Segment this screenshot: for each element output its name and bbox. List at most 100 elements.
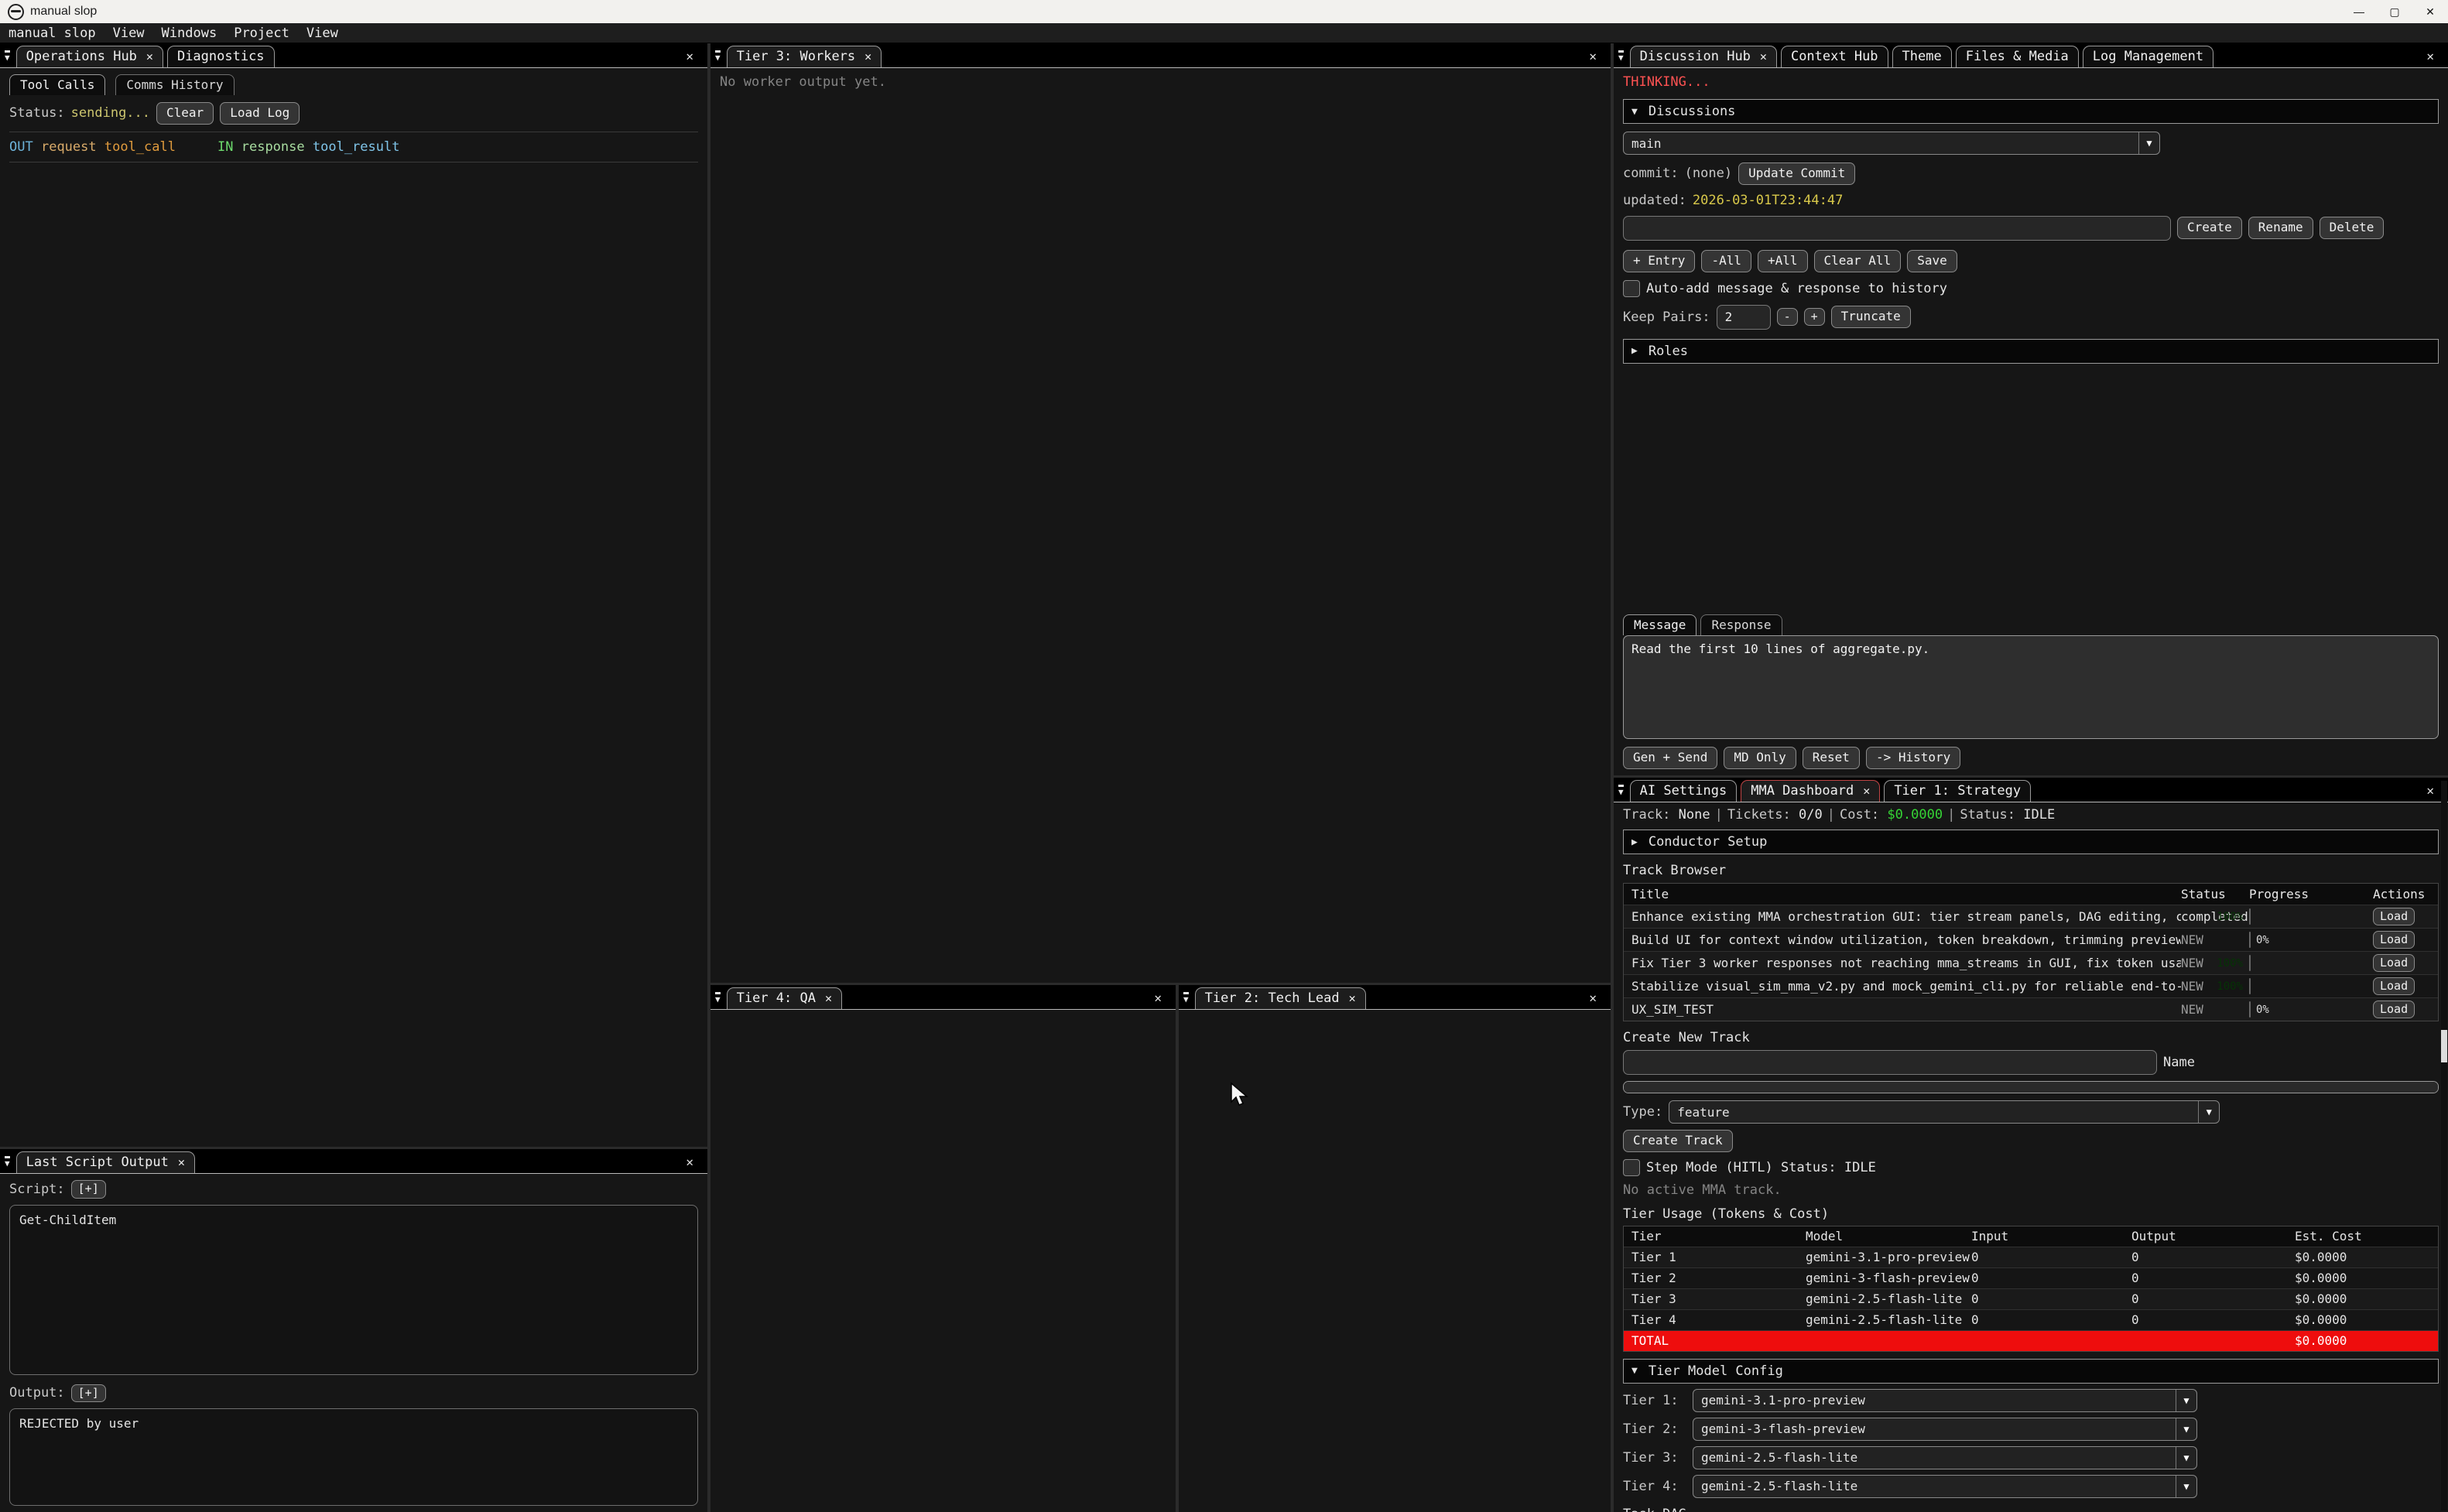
- load-log-button[interactable]: Load Log: [220, 102, 300, 125]
- tab-discussion-hub[interactable]: Discussion Hub ✕: [1630, 46, 1777, 67]
- clear-all-button[interactable]: Clear All: [1814, 250, 1902, 272]
- tab-files-media[interactable]: Files & Media: [1956, 46, 2079, 67]
- tier-model-config-header[interactable]: ▼ Tier Model Config: [1623, 1359, 2439, 1384]
- tab-theme[interactable]: Theme: [1892, 46, 1952, 67]
- clear-button[interactable]: Clear: [156, 102, 214, 125]
- tier3-model-select[interactable]: gemini-2.5-flash-lite ▼: [1693, 1446, 2197, 1469]
- reset-button[interactable]: Reset: [1803, 747, 1860, 769]
- discussion-select[interactable]: main ▼: [1623, 132, 2160, 155]
- md-only-button[interactable]: MD Only: [1724, 747, 1796, 769]
- panel-close-icon[interactable]: ✕: [1146, 990, 1169, 1007]
- tab-context-hub[interactable]: Context Hub: [1781, 46, 1888, 67]
- maximize-button[interactable]: ▢: [2377, 0, 2412, 23]
- create-button[interactable]: Create: [2177, 217, 2242, 239]
- menu-item-view[interactable]: View: [104, 26, 153, 41]
- panel-close-icon[interactable]: ✕: [1581, 49, 1604, 65]
- menu-item-project[interactable]: Project: [225, 26, 298, 41]
- load-button[interactable]: Load: [2373, 931, 2415, 949]
- table-row[interactable]: Stabilize visual_sim_mma_v2.py and mock_…: [1624, 975, 2438, 998]
- table-row[interactable]: Enhance existing MMA orchestration GUI: …: [1624, 905, 2438, 929]
- expand-all-button[interactable]: +All: [1758, 250, 1808, 272]
- vertical-scrollbar[interactable]: [2441, 781, 2447, 1510]
- panel-close-icon[interactable]: ✕: [2419, 783, 2442, 799]
- load-button[interactable]: Load: [2373, 954, 2415, 973]
- discussion-name-input[interactable]: [1623, 216, 2171, 241]
- tab-label: Last Script Output: [26, 1155, 169, 1170]
- tab-ai-settings[interactable]: AI Settings: [1630, 780, 1738, 802]
- save-button[interactable]: Save: [1907, 250, 1957, 272]
- collapse-all-button[interactable]: -All: [1701, 250, 1751, 272]
- load-button[interactable]: Load: [2373, 908, 2415, 926]
- dock-menu-icon[interactable]: ▼: [5, 50, 10, 62]
- tab-response[interactable]: Response: [1700, 614, 1782, 635]
- tab-diagnostics[interactable]: Diagnostics: [167, 46, 275, 67]
- menu-item-manual-slop[interactable]: manual slop: [0, 26, 104, 41]
- tab-close-icon[interactable]: ✕: [1760, 50, 1767, 63]
- tier2-model-select[interactable]: gemini-3-flash-preview ▼: [1693, 1418, 2197, 1441]
- tab-close-icon[interactable]: ✕: [1349, 991, 1356, 1005]
- keep-pairs-plus-button[interactable]: +: [1804, 308, 1825, 327]
- create-track-button[interactable]: Create Track: [1623, 1130, 1733, 1152]
- menu-item-view2[interactable]: View: [298, 26, 347, 41]
- tab-close-icon[interactable]: ✕: [825, 991, 832, 1005]
- tab-tier1-strategy[interactable]: Tier 1: Strategy: [1884, 780, 2031, 802]
- tab-close-icon[interactable]: ✕: [178, 1155, 185, 1169]
- tab-tool-calls[interactable]: Tool Calls: [9, 74, 105, 95]
- tab-close-icon[interactable]: ✕: [146, 50, 153, 63]
- keep-pairs-input[interactable]: [1717, 305, 1771, 330]
- tab-tier2-tech-lead[interactable]: Tier 2: Tech Lead ✕: [1195, 987, 1366, 1009]
- table-row[interactable]: UX_SIM_TEST NEW 0% Load: [1624, 998, 2438, 1021]
- tab-comms-history[interactable]: Comms History: [115, 74, 234, 95]
- to-history-button[interactable]: -> History: [1866, 747, 1960, 769]
- panel-close-icon[interactable]: ✕: [678, 49, 701, 65]
- menu-item-windows[interactable]: Windows: [153, 26, 226, 41]
- dock-menu-icon[interactable]: ▼: [5, 1156, 10, 1168]
- tab-close-icon[interactable]: ✕: [865, 50, 871, 63]
- tier1-model-select[interactable]: gemini-3.1-pro-preview ▼: [1693, 1389, 2197, 1412]
- tab-close-icon[interactable]: ✕: [1863, 784, 1870, 798]
- table-row[interactable]: Fix Tier 3 worker responses not reaching…: [1624, 952, 2438, 975]
- message-textarea[interactable]: Read the first 10 lines of aggregate.py.: [1623, 635, 2439, 739]
- delete-button[interactable]: Delete: [2320, 217, 2385, 239]
- tab-last-script-output[interactable]: Last Script Output ✕: [16, 1151, 195, 1173]
- table-row[interactable]: Build UI for context window utilization,…: [1624, 929, 2438, 952]
- truncate-button[interactable]: Truncate: [1831, 306, 1911, 328]
- dock-menu-icon[interactable]: ▼: [1183, 992, 1189, 1004]
- panel-close-icon[interactable]: ✕: [2419, 49, 2442, 65]
- track-type-select[interactable]: feature ▼: [1669, 1100, 2220, 1124]
- tab-tier3-workers[interactable]: Tier 3: Workers ✕: [727, 46, 882, 67]
- conductor-setup-header[interactable]: ▶ Conductor Setup: [1623, 830, 2439, 854]
- load-button[interactable]: Load: [2373, 977, 2415, 996]
- minimize-button[interactable]: —: [2341, 0, 2377, 23]
- dock-menu-icon[interactable]: ▼: [1618, 50, 1624, 62]
- tier4-model-select[interactable]: gemini-2.5-flash-lite ▼: [1693, 1475, 2197, 1498]
- output-box[interactable]: REJECTED by user: [9, 1408, 698, 1506]
- close-button[interactable]: ✕: [2412, 0, 2448, 23]
- roles-section-header[interactable]: ▶ Roles: [1623, 339, 2439, 364]
- tab-mma-dashboard[interactable]: MMA Dashboard ✕: [1741, 780, 1880, 802]
- autoadd-checkbox[interactable]: [1623, 280, 1640, 297]
- output-expand-button[interactable]: [+]: [71, 1384, 106, 1403]
- step-mode-checkbox[interactable]: [1623, 1159, 1640, 1176]
- script-box[interactable]: Get-ChildItem: [9, 1205, 698, 1375]
- update-commit-button[interactable]: Update Commit: [1738, 162, 1855, 185]
- load-button[interactable]: Load: [2373, 1001, 2415, 1019]
- add-entry-button[interactable]: + Entry: [1623, 250, 1695, 272]
- discussions-section-header[interactable]: ▼ Discussions: [1623, 99, 2439, 124]
- scrollbar-thumb[interactable]: [2441, 1030, 2447, 1062]
- gen-send-button[interactable]: Gen + Send: [1623, 747, 1717, 769]
- keep-pairs-minus-button[interactable]: -: [1777, 308, 1798, 327]
- rename-button[interactable]: Rename: [2248, 217, 2313, 239]
- tab-operations-hub[interactable]: Operations Hub ✕: [16, 46, 163, 67]
- panel-close-icon[interactable]: ✕: [1581, 990, 1604, 1007]
- new-track-description-textarea[interactable]: [1623, 1081, 2439, 1093]
- dock-menu-icon[interactable]: ▼: [715, 992, 721, 1004]
- new-track-name-input[interactable]: [1623, 1050, 2157, 1075]
- panel-close-icon[interactable]: ✕: [678, 1155, 701, 1171]
- script-expand-button[interactable]: [+]: [71, 1180, 106, 1199]
- dock-menu-icon[interactable]: ▼: [715, 50, 721, 62]
- tab-log-management[interactable]: Log Management: [2083, 46, 2213, 67]
- tab-tier4-qa[interactable]: Tier 4: QA ✕: [727, 987, 842, 1009]
- tab-message[interactable]: Message: [1623, 614, 1696, 635]
- dock-menu-icon[interactable]: ▼: [1618, 785, 1624, 796]
